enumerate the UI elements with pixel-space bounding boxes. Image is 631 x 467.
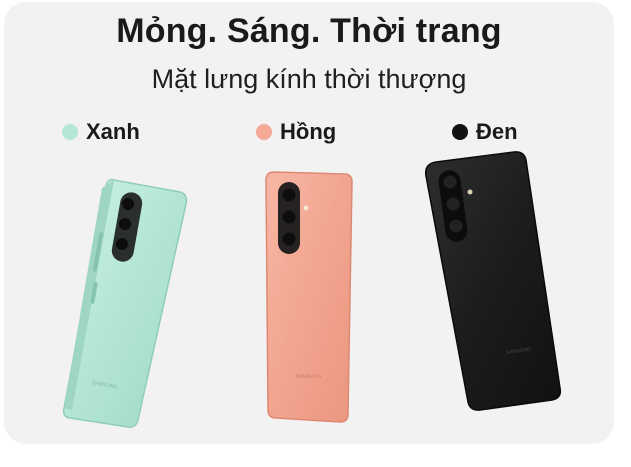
- pink-color-dot: [256, 124, 272, 140]
- color-label-pink: Hồng: [280, 119, 337, 144]
- color-option-pink[interactable]: Hồng: [256, 118, 336, 146]
- product-color-card: Mỏng. Sáng. Thời trang Mặt lưng kính thờ…: [4, 2, 614, 444]
- color-label-black: Đen: [476, 119, 518, 144]
- black-color-dot: [452, 124, 468, 140]
- headline: Mỏng. Sáng. Thời trang: [116, 12, 502, 50]
- color-option-black[interactable]: Đen: [452, 118, 518, 146]
- phone-image-black: SAMSUNG: [424, 151, 562, 411]
- phone-image-pink: SAMSUNG: [265, 171, 353, 423]
- color-option-green[interactable]: Xanh: [62, 118, 140, 146]
- color-label-green: Xanh: [86, 119, 140, 144]
- green-color-dot: [62, 124, 78, 140]
- phone-image-green: SAMSUNG: [62, 178, 188, 428]
- subheadline: Mặt lưng kính thời thượng: [151, 64, 467, 94]
- brand-mark-pink: SAMSUNG: [296, 374, 321, 380]
